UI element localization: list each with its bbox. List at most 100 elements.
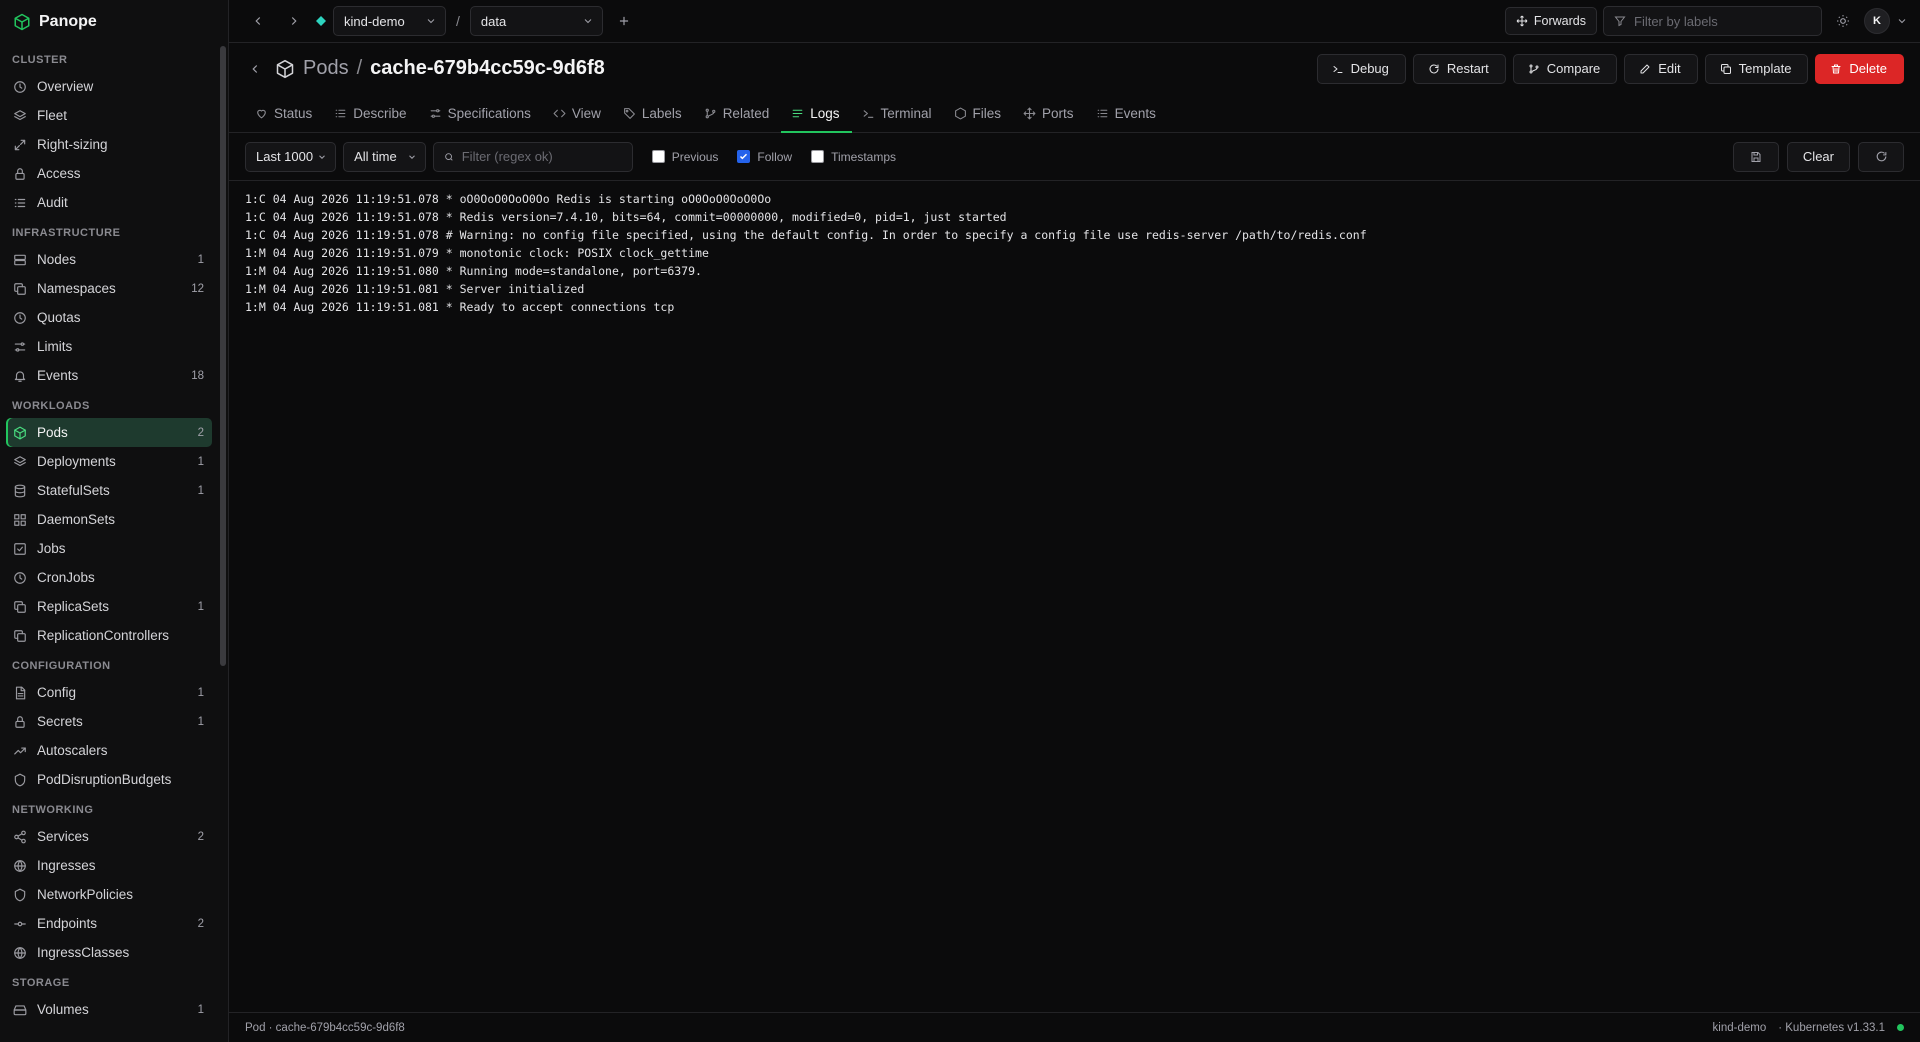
previous-checkbox-box[interactable]: [651, 150, 665, 163]
breadcrumb-pods[interactable]: Pods: [303, 57, 349, 80]
sidebar-item-label: Volumes: [37, 1002, 89, 1017]
sidebar-item-ingresses[interactable]: Ingresses: [6, 851, 212, 880]
tab-related[interactable]: Related: [694, 94, 782, 132]
copy-icon: [13, 282, 27, 296]
sidebar-item-daemonsets[interactable]: DaemonSets: [6, 505, 212, 534]
template-button[interactable]: Template: [1704, 53, 1809, 84]
sidebar-item-quotas[interactable]: Quotas: [6, 303, 212, 332]
sidebar-item-overview[interactable]: Overview: [6, 72, 212, 101]
logs-toolbar: Last 1000 All time Previous Follow: [229, 133, 1920, 181]
clear-logs-button[interactable]: Clear: [1786, 141, 1850, 172]
refresh-icon: [1876, 151, 1886, 162]
cube-icon: [275, 59, 295, 79]
follow-checkbox[interactable]: Follow: [737, 150, 792, 164]
forwards-button[interactable]: Forwards: [1504, 7, 1597, 35]
nav-forward-button[interactable]: [279, 7, 309, 35]
sidebar-item-label: ReplicaSets: [37, 599, 110, 614]
tab-events[interactable]: Events: [1086, 94, 1168, 132]
sidebar-item-label: Quotas: [37, 310, 81, 325]
previous-checkbox[interactable]: Previous: [651, 150, 718, 164]
log-filter-field[interactable]: [432, 141, 633, 172]
sidebar-item-nodes[interactable]: Nodes 1: [6, 245, 212, 274]
save-logs-button[interactable]: [1732, 141, 1779, 172]
tab-logs[interactable]: Logs: [781, 94, 852, 133]
add-tab-button[interactable]: [609, 7, 639, 35]
tab-status[interactable]: Status: [245, 94, 324, 132]
sidebar-item-label: Pods: [37, 425, 68, 440]
lines-select[interactable]: Last 1000: [245, 141, 337, 172]
time-range-select[interactable]: All time: [343, 141, 426, 172]
log-filter-input[interactable]: [461, 149, 622, 164]
section-title-workloads: WORKLOADS: [12, 400, 90, 412]
brand[interactable]: Panope: [0, 0, 228, 44]
lines-icon: [791, 107, 804, 120]
move-icon: [1516, 15, 1528, 27]
edit-button[interactable]: Edit: [1624, 53, 1698, 84]
tab-specifications[interactable]: Specifications: [419, 94, 543, 132]
sidebar-item-networkpolicies[interactable]: NetworkPolicies: [6, 880, 212, 909]
chevron-left-icon: [255, 17, 261, 25]
shield-icon: [13, 888, 27, 902]
sidebar-item-audit[interactable]: Audit: [6, 188, 212, 217]
follow-label: Follow: [757, 149, 793, 164]
sidebar-item-replicasets[interactable]: ReplicaSets 1: [6, 592, 212, 621]
sidebar-item-secrets[interactable]: Secrets 1: [6, 707, 212, 736]
cube-icon: [13, 426, 27, 440]
sidebar-item-endpoints[interactable]: Endpoints 2: [6, 909, 212, 938]
context-select[interactable]: kind-demo: [333, 6, 446, 36]
sidebar-item-config[interactable]: Config 1: [6, 678, 212, 707]
namespace-select[interactable]: data: [469, 6, 603, 36]
tab-terminal[interactable]: Terminal: [852, 94, 944, 132]
sidebar-item-label: Access: [37, 166, 81, 181]
refresh-logs-button[interactable]: [1858, 141, 1904, 172]
tab-files[interactable]: Files: [944, 94, 1014, 132]
tab-view[interactable]: View: [543, 94, 613, 132]
delete-button[interactable]: Delete: [1815, 53, 1904, 84]
sidebar-item-replicationcontrollers[interactable]: ReplicationControllers: [6, 621, 212, 650]
sidebar-scrollbar[interactable]: [220, 46, 226, 666]
tab-ports[interactable]: Ports: [1013, 94, 1086, 132]
sidebar-item-cronjobs[interactable]: CronJobs: [6, 563, 212, 592]
sidebar-item-label: Endpoints: [37, 916, 98, 931]
sidebar-item-events[interactable]: Events 18: [6, 361, 212, 390]
tab-labels[interactable]: Labels: [613, 94, 694, 132]
debug-button[interactable]: Debug: [1316, 53, 1406, 84]
sidebar-item-access[interactable]: Access: [6, 159, 212, 188]
chevron-down-icon[interactable]: [1896, 15, 1908, 27]
follow-checkbox-box[interactable]: [737, 150, 751, 163]
log-output[interactable]: 1:C 04 Aug 2026 11:19:51.078 * oO0OoO0Oo…: [229, 181, 1920, 1012]
sidebar-item-poddisruptionbudgets[interactable]: PodDisruptionBudgets: [6, 765, 212, 794]
sidebar-item-statefulsets[interactable]: StatefulSets 1: [6, 476, 212, 505]
compare-button[interactable]: Compare: [1512, 53, 1618, 84]
label-filter-input[interactable]: Filter by labels: [1603, 6, 1822, 36]
sidebar-item-fleet[interactable]: Fleet: [6, 101, 212, 130]
sidebar-item-autoscalers[interactable]: Autoscalers: [6, 736, 212, 765]
timestamps-checkbox-box[interactable]: [811, 150, 825, 163]
tab-describe[interactable]: Describe: [324, 94, 418, 132]
status-resource: Pod · cache-679b4cc59c-9d6f8: [245, 1021, 405, 1034]
sidebar-item-label: CronJobs: [37, 570, 95, 585]
status-version: · Kubernetes v1.33.1: [1778, 1021, 1885, 1034]
sidebar-item-limits[interactable]: Limits: [6, 332, 212, 361]
theme-toggle-button[interactable]: [1828, 7, 1858, 35]
sidebar-item-jobs[interactable]: Jobs: [6, 534, 212, 563]
sidebar-item-namespaces[interactable]: Namespaces 12: [6, 274, 212, 303]
log-line: 1:M 04 Aug 2026 11:19:51.081 * Ready to …: [245, 300, 675, 314]
sidebar-item-pods[interactable]: Pods 2: [6, 418, 212, 447]
user-avatar[interactable]: K: [1864, 8, 1890, 34]
sidebar-item-right-sizing[interactable]: Right-sizing: [6, 130, 212, 159]
sidebar-item-volumes[interactable]: Volumes 1: [6, 995, 212, 1024]
nav-back-button[interactable]: [243, 7, 273, 35]
back-button[interactable]: [243, 62, 267, 76]
restart-button[interactable]: Restart: [1412, 53, 1506, 84]
sidebar-item-count: 18: [191, 369, 204, 382]
sidebar-item-services[interactable]: Services 2: [6, 822, 212, 851]
timestamps-checkbox[interactable]: Timestamps: [811, 150, 896, 164]
sidebar-item-label: Services: [37, 829, 89, 844]
section-title-configuration: CONFIGURATION: [12, 660, 111, 672]
sidebar-item-label: Ingresses: [37, 858, 96, 873]
check-square-icon: [13, 542, 27, 556]
sidebar-item-ingressclasses[interactable]: IngressClasses: [6, 938, 212, 967]
restart-label: Restart: [1446, 61, 1489, 76]
sidebar-item-deployments[interactable]: Deployments 1: [6, 447, 212, 476]
